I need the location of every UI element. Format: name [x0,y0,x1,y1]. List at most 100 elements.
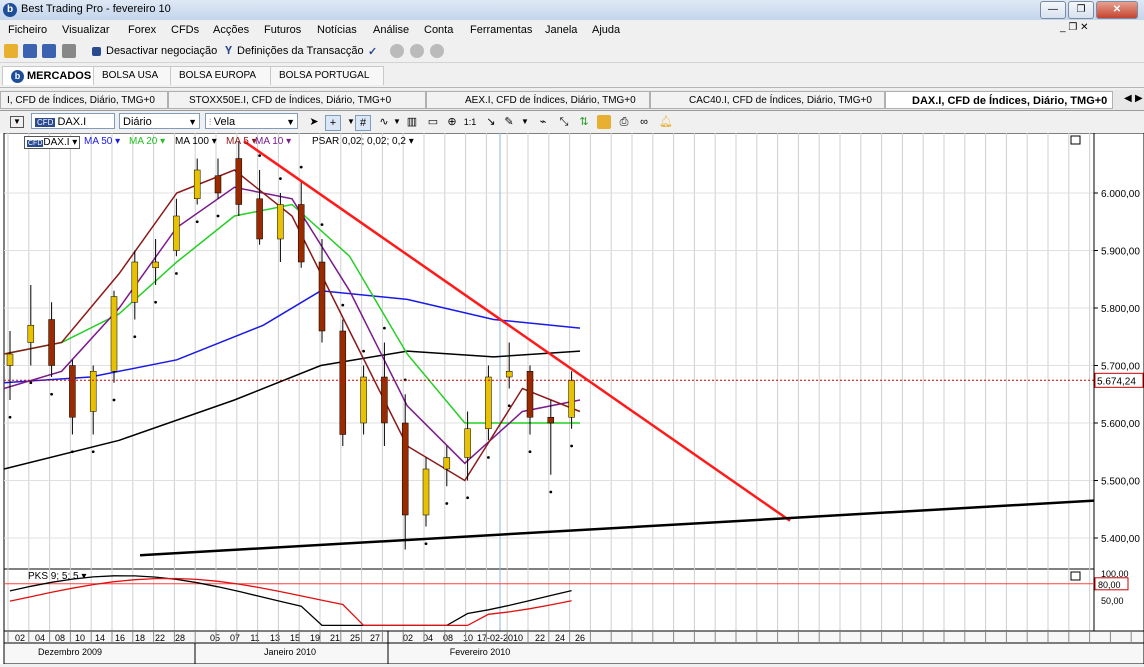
date-axis-day-label: 07 [230,633,240,643]
date-axis-day-label: 11 [250,633,259,643]
period-select[interactable]: Diário ▼ [119,113,200,129]
title-bar: b Best Trading Pro - fevereiro 10 — ❐ ✕ [0,0,1144,21]
menu-futures[interactable]: Futuros [264,24,301,36]
circle-refresh-icon[interactable] [430,44,444,58]
legend-ma20[interactable]: MA 20 ▾ [129,136,165,147]
tab-markets[interactable]: b MERCADOS [2,66,101,85]
grid-icon[interactable]: # [355,115,371,131]
chevron-down-icon[interactable]: ▼ [518,115,532,129]
psar-dot [29,381,33,385]
circle-arrow-right-icon[interactable] [410,44,424,58]
legend-ma20-label: MA 20 [129,136,158,147]
legend-psar[interactable]: PSAR 0,02; 0,02; 0,2 ▾ [312,136,414,147]
chevron-down-icon: ▼ [286,117,295,127]
price-axis-label: 5.400,00 [1101,534,1140,545]
tab-scroll-right-icon[interactable]: ▶ [1135,93,1143,104]
deactivate-trading-button[interactable]: Desactivar negociação [106,45,217,57]
psar-dot [112,398,116,402]
chart-style-select[interactable]: ⫶ Vela ▼ [205,113,298,129]
menu-view[interactable]: Visualizar [62,24,110,36]
candle-body [485,376,492,429]
legend-ma50[interactable]: MA 50 ▾ [84,136,120,147]
one-to-one-icon[interactable]: 1:1 [463,115,477,129]
price-chart[interactable]: 6.000,00 5.900,00 5.800,00 5.700,00 5.600,00… [0,125,1144,665]
candle-body [48,319,55,366]
legend-ma5[interactable]: MA 5 ▾ [226,136,257,147]
tab-chart-aex[interactable]: AEX.I, CFD de Índices, Diário, TMG+0 [426,91,650,109]
minimize-button[interactable]: — [1040,1,1066,19]
tab-scroll-left-icon[interactable]: ◀ [1124,93,1132,104]
psar-dot [466,496,469,500]
filter-icon[interactable]: 𝚼 [225,45,232,58]
date-axis-day-label: 14 [95,633,105,643]
menu-stocks[interactable]: Acções [213,24,249,36]
fibonacci-icon[interactable]: ⤡ [557,115,571,129]
date-axis-day-label: 18 [135,633,145,643]
trade-icon[interactable]: ⇅ [577,115,591,129]
circle-arrow-left-icon[interactable] [390,44,404,58]
symbol-input[interactable]: CFD DAX.I [31,113,115,129]
psar-dot [320,223,324,227]
legend-ma10-label: MA 10 [255,136,284,147]
date-axis-day-label: 17-02-2010 [477,633,523,643]
menu-analysis[interactable]: Análise [373,24,409,36]
menu-account[interactable]: Conta [424,24,453,36]
psar-dot [50,392,53,396]
date-axis-day-label: 24 [555,633,565,643]
print-icon[interactable] [62,44,76,58]
tab-bolsa-usa[interactable]: BOLSA USA [93,66,177,85]
chart-menu-icon[interactable]: ▼ [10,116,24,128]
eraser-icon[interactable]: ✎ [502,115,516,129]
transaction-settings-button[interactable]: Definições da Transacção [237,45,364,57]
link-icon[interactable]: ∞ [637,115,651,129]
alert-bell-icon[interactable]: 🔔︎ [659,115,673,129]
menu-tools[interactable]: Ferramentas [470,24,532,36]
main-toolbar: Desactivar negociação 𝚼 Definições da Tr… [0,40,1144,63]
candle-body [401,422,409,516]
legend-ma10[interactable]: MA 10 ▾ [255,136,291,147]
draw-tool-icon[interactable]: ⌁ [536,115,550,129]
menu-file[interactable]: Ficheiro [8,24,47,36]
template-icon[interactable] [597,115,611,129]
tab-bolsa-europa[interactable]: BOLSA EUROPA [170,66,274,85]
zoom-icon[interactable]: ⊕ [445,115,459,129]
menu-cfds[interactable]: CFDs [171,24,199,36]
indicator-icon[interactable]: ∿ [377,115,391,129]
menu-help[interactable]: Ajuda [592,24,620,36]
close-button[interactable]: ✕ [1096,1,1138,19]
compare-icon[interactable]: ▭ [426,115,440,129]
open-folder-icon[interactable] [4,44,18,58]
tab-chart-partial[interactable]: I, CFD de Índices, Diário, TMG+0 [0,91,168,109]
tab-bolsa-portugal[interactable]: BOLSA PORTUGAL [270,66,384,85]
menu-forex[interactable]: Forex [128,24,156,36]
restore-button[interactable]: ❐ [1068,1,1094,19]
chart-area[interactable]: 6.000,00 5.900,00 5.800,00 5.700,00 5.600,00… [0,125,1144,665]
mdi-window-buttons[interactable]: _ ❐ ✕ [1060,22,1088,33]
tab-chart-dax[interactable]: DAX.I, CFD de Índices, Diário, TMG+0 [885,91,1113,109]
save-icon[interactable] [23,44,37,58]
candle-body [568,380,575,418]
scroll-end-icon[interactable]: ↘ [484,115,498,129]
candle-body [505,371,513,378]
bars-icon[interactable]: ▥ [405,115,419,129]
legend-ma100[interactable]: MA 100 ▾ [175,136,217,147]
chevron-down-icon[interactable]: ▼ [390,115,404,129]
crosshair-icon[interactable]: + [325,115,341,131]
date-axis-day-label: 02 [403,633,413,643]
menu-news[interactable]: Notícias [317,24,357,36]
legend-pks[interactable]: PKS 9; 5; 5 ▾ [28,571,86,582]
psar-dot [279,177,282,181]
symbol-badge-icon: CFD [27,140,44,147]
psar-dot [91,450,95,454]
candle-body [464,428,471,458]
print-chart-icon[interactable]: ⎙ [617,115,631,129]
stop-trading-icon[interactable] [92,47,101,56]
pointer-icon[interactable]: ➤ [307,115,321,129]
legend-ma5-label: MA 5 [226,136,249,147]
menu-window[interactable]: Janela [545,24,577,36]
tab-chart-stoxx50e[interactable]: STOXX50E.I, CFD de Índices, Diário, TMG+… [168,91,426,109]
legend-symbol[interactable]: CFDDAX.I ▾ [24,136,81,149]
tab-chart-cac40[interactable]: CAC40.I, CFD de Índices, Diário, TMG+0 [650,91,885,109]
checkmark-icon[interactable]: ✓ [368,45,377,58]
save-all-icon[interactable] [42,44,56,58]
